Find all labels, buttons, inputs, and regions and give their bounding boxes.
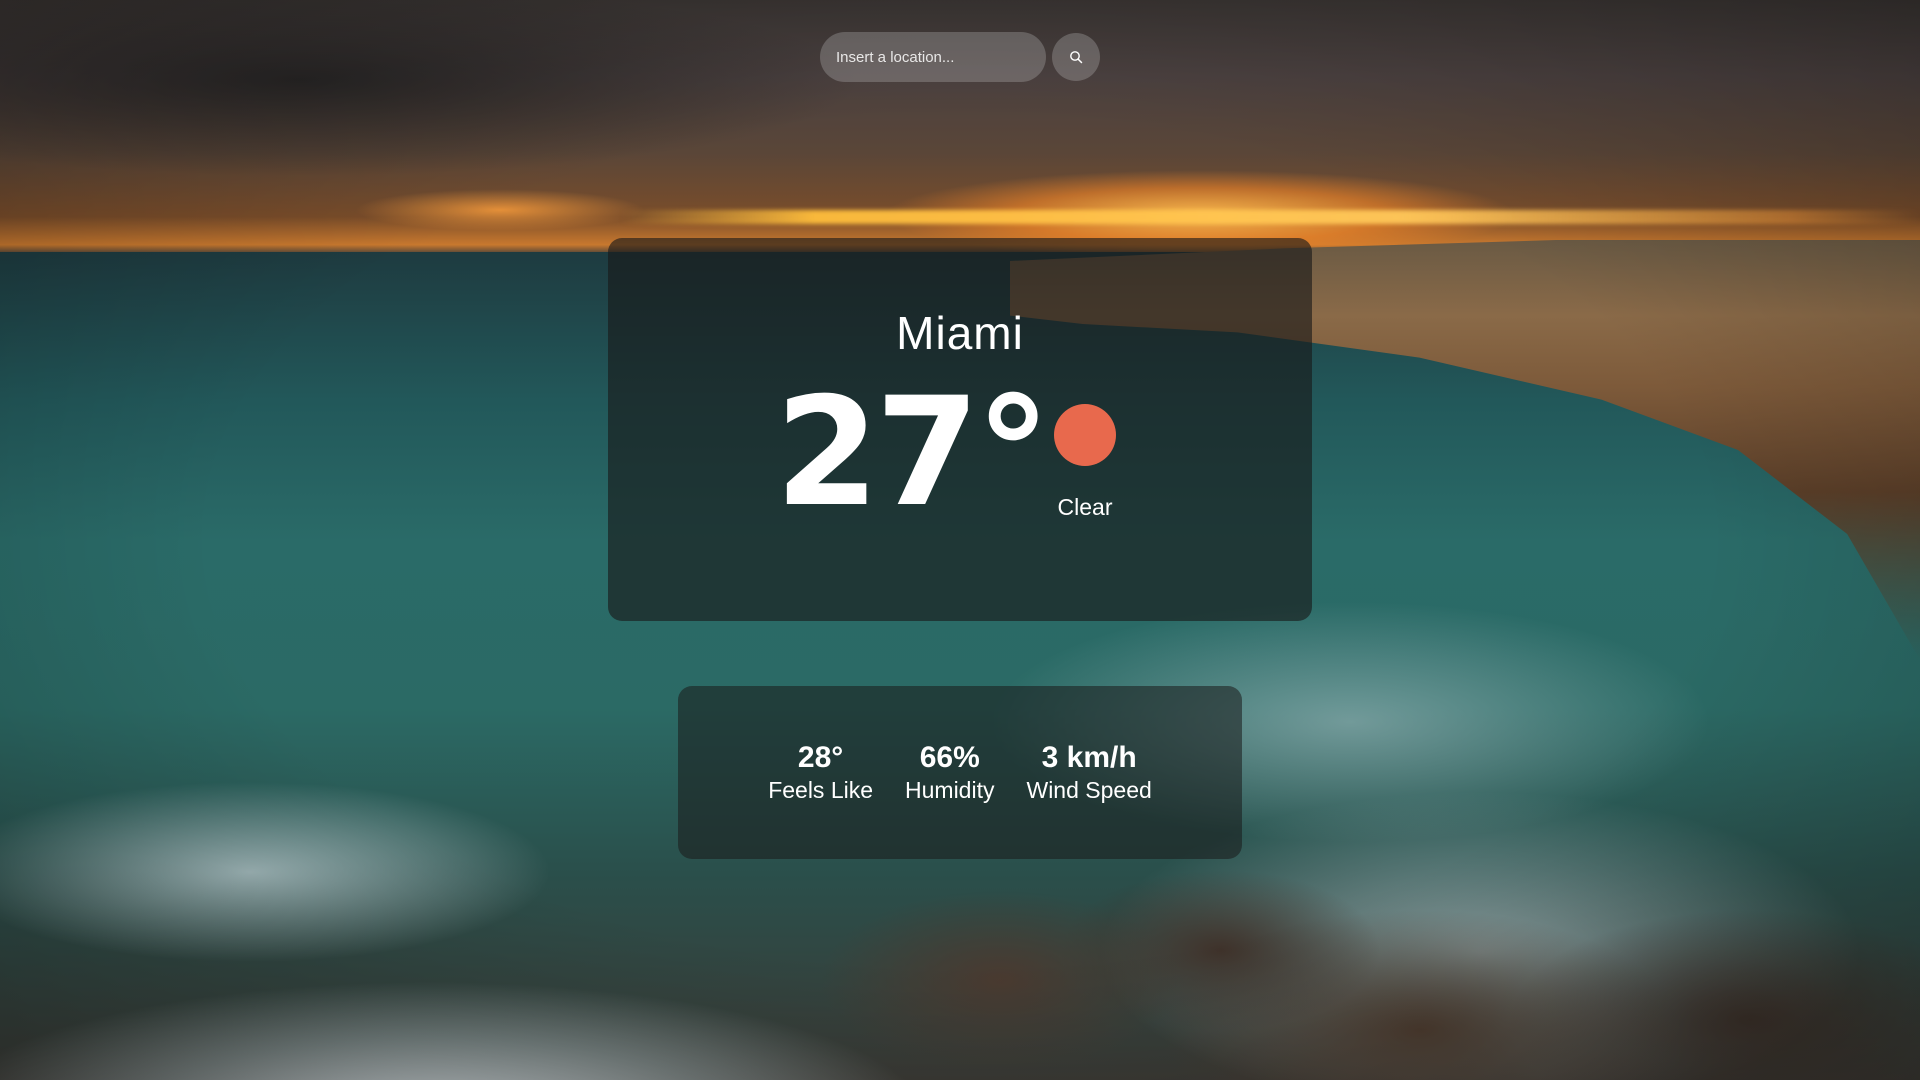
feels-like-label: Feels Like xyxy=(768,777,874,803)
feels-like-value: 28° xyxy=(797,741,844,774)
search-button[interactable] xyxy=(1052,33,1100,81)
weather-condition: Clear xyxy=(1057,494,1113,520)
search-icon xyxy=(1069,50,1083,64)
humidity-label: Humidity xyxy=(905,777,995,803)
sun-icon xyxy=(1054,404,1116,466)
temperature: 27° xyxy=(775,366,1051,540)
wind-speed-value: 3 km/h xyxy=(1041,741,1137,774)
humidity-value: 66% xyxy=(919,741,980,774)
weather-details-card: 28° Feels Like 66% Humidity 3 km/h Wind … xyxy=(678,686,1242,859)
wind-speed-label: Wind Speed xyxy=(1026,777,1152,803)
stat-feels-like: 28° Feels Like xyxy=(768,741,873,806)
search-input[interactable] xyxy=(820,32,1046,82)
weather-details-row: 28° Feels Like 66% Humidity 3 km/h Wind … xyxy=(678,741,1242,806)
weather-app: Miami 27° Clear 28° Feels Like 66% Humid… xyxy=(0,0,1920,1080)
stat-humidity: 66% Humidity xyxy=(905,741,994,806)
stat-wind-speed: 3 km/h Wind Speed xyxy=(1026,741,1151,806)
city-name: Miami xyxy=(896,307,1024,359)
search-bar xyxy=(820,32,1100,82)
current-weather-card: Miami 27° Clear xyxy=(608,238,1312,621)
